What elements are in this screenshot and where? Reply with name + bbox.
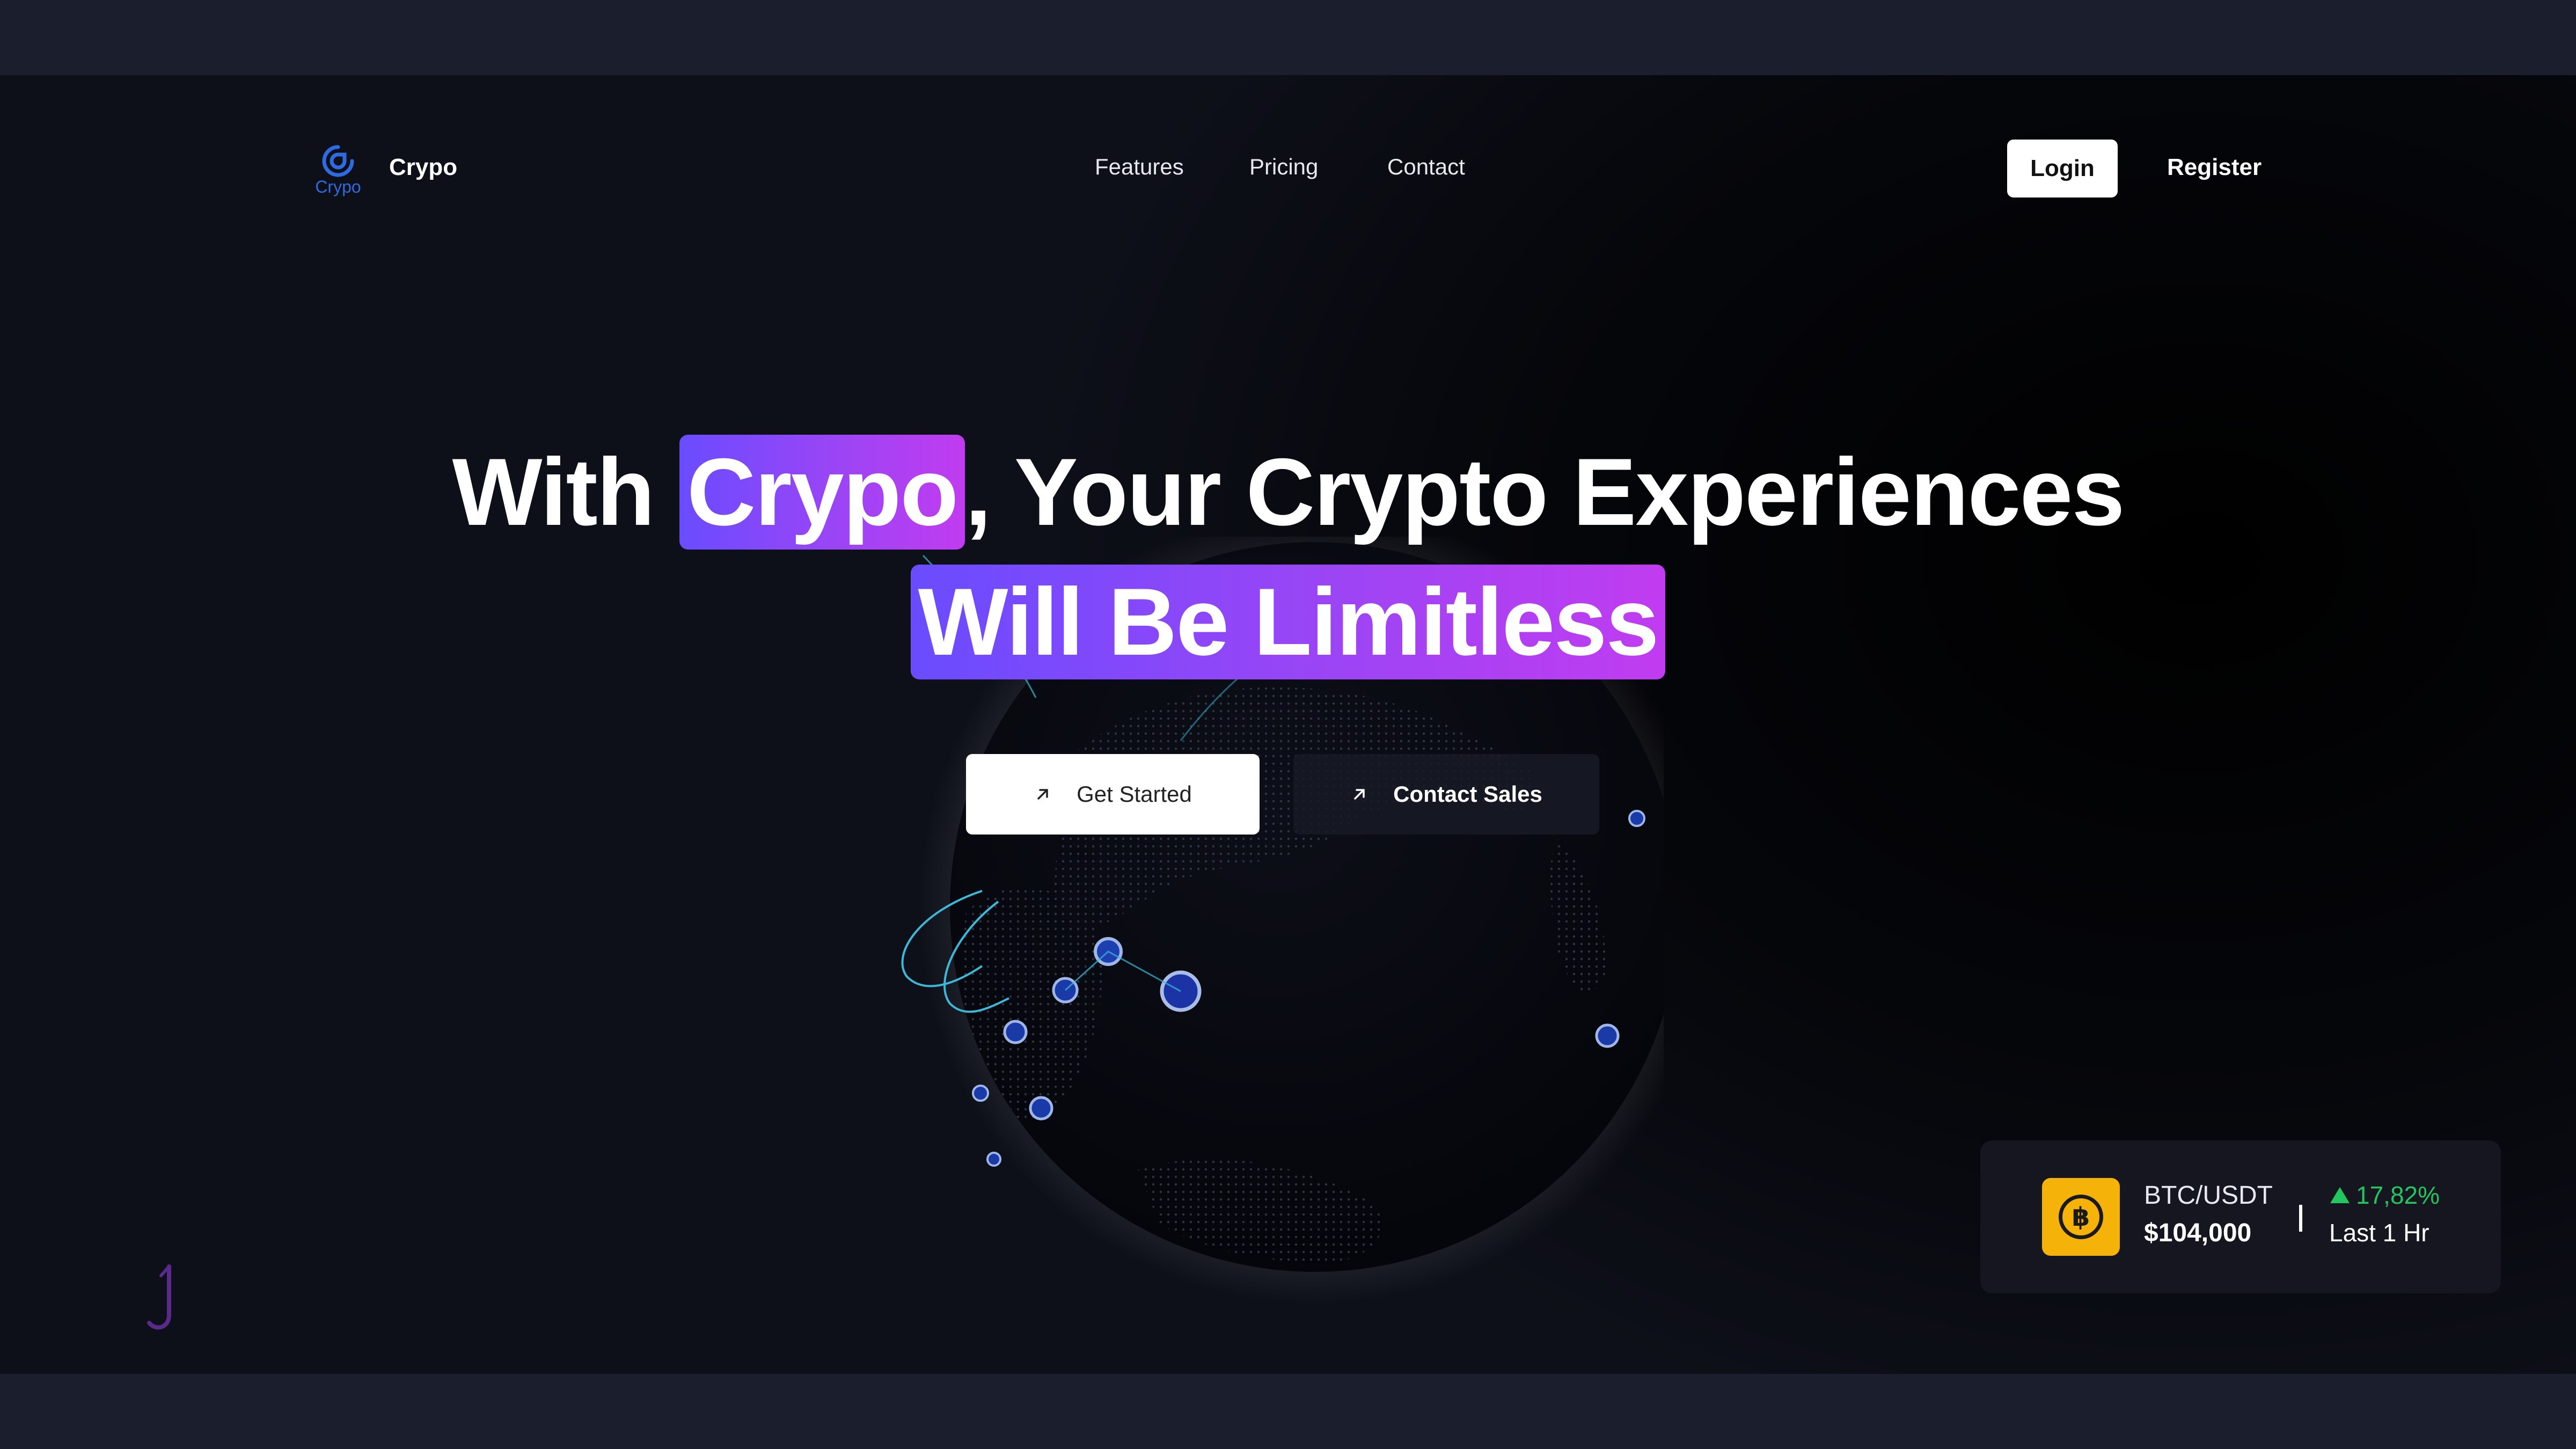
arrow-up-right-icon bbox=[1354, 789, 1365, 800]
globe-node bbox=[972, 1085, 989, 1102]
logo[interactable]: Crypo bbox=[309, 144, 368, 200]
svg-text:฿: ฿ bbox=[2072, 1202, 2090, 1232]
hero-highlight-brand: Crypo bbox=[679, 435, 965, 550]
logo-mark-icon bbox=[322, 145, 354, 177]
hero-headline-line2: Will Be Limitless bbox=[0, 565, 2576, 679]
globe-node bbox=[1628, 810, 1645, 827]
ticker-pair: BTC/USDT bbox=[2144, 1181, 2273, 1210]
nav-link-pricing[interactable]: Pricing bbox=[1249, 154, 1318, 180]
ticker-price: $104,000 bbox=[2144, 1219, 2252, 1247]
decorative-glyph-icon bbox=[147, 1264, 171, 1330]
register-button[interactable]: Register bbox=[2167, 154, 2262, 181]
globe-node bbox=[1029, 1096, 1053, 1121]
ticker-period: Last 1 Hr bbox=[2329, 1219, 2429, 1247]
brand-name[interactable]: Crypo bbox=[389, 154, 457, 181]
hero-line1-prefix: With bbox=[452, 438, 679, 545]
ticker-divider bbox=[2299, 1205, 2302, 1232]
contact-sales-label: Contact Sales bbox=[1393, 781, 1542, 807]
globe-node bbox=[986, 1152, 1001, 1167]
ticker-change: 17,82% bbox=[2329, 1181, 2440, 1210]
globe-node bbox=[1595, 1023, 1620, 1048]
contact-sales-button[interactable]: Contact Sales bbox=[1293, 754, 1599, 835]
price-ticker-card: ฿ BTC/USDT $104,000 17,82% Last 1 Hr bbox=[1980, 1140, 2501, 1293]
logo-subtext: Crypo bbox=[315, 177, 361, 196]
login-button-label: Login bbox=[2030, 155, 2095, 181]
login-button[interactable]: Login bbox=[2007, 140, 2118, 197]
globe-node bbox=[1003, 1020, 1028, 1044]
get-started-label: Get Started bbox=[1077, 781, 1192, 807]
ticker-change-value: 17,82% bbox=[2356, 1181, 2440, 1209]
nav-link-features[interactable]: Features bbox=[1095, 154, 1184, 180]
triangle-up-icon bbox=[2330, 1187, 2350, 1203]
landing-page: Crypo Crypo Features Pricing Contact Log… bbox=[0, 75, 2576, 1374]
hero-highlight-limitless: Will Be Limitless bbox=[910, 565, 1666, 679]
arrow-up-right-icon bbox=[1037, 789, 1048, 800]
hero-line1-suffix: , Your Crypto Experiences bbox=[965, 438, 2125, 545]
bitcoin-icon: ฿ bbox=[2042, 1178, 2120, 1256]
hero-headline-line1: With Crypo, Your Crypto Experiences bbox=[0, 435, 2576, 550]
get-started-button[interactable]: Get Started bbox=[966, 754, 1260, 835]
nav-link-contact[interactable]: Contact bbox=[1387, 154, 1465, 180]
